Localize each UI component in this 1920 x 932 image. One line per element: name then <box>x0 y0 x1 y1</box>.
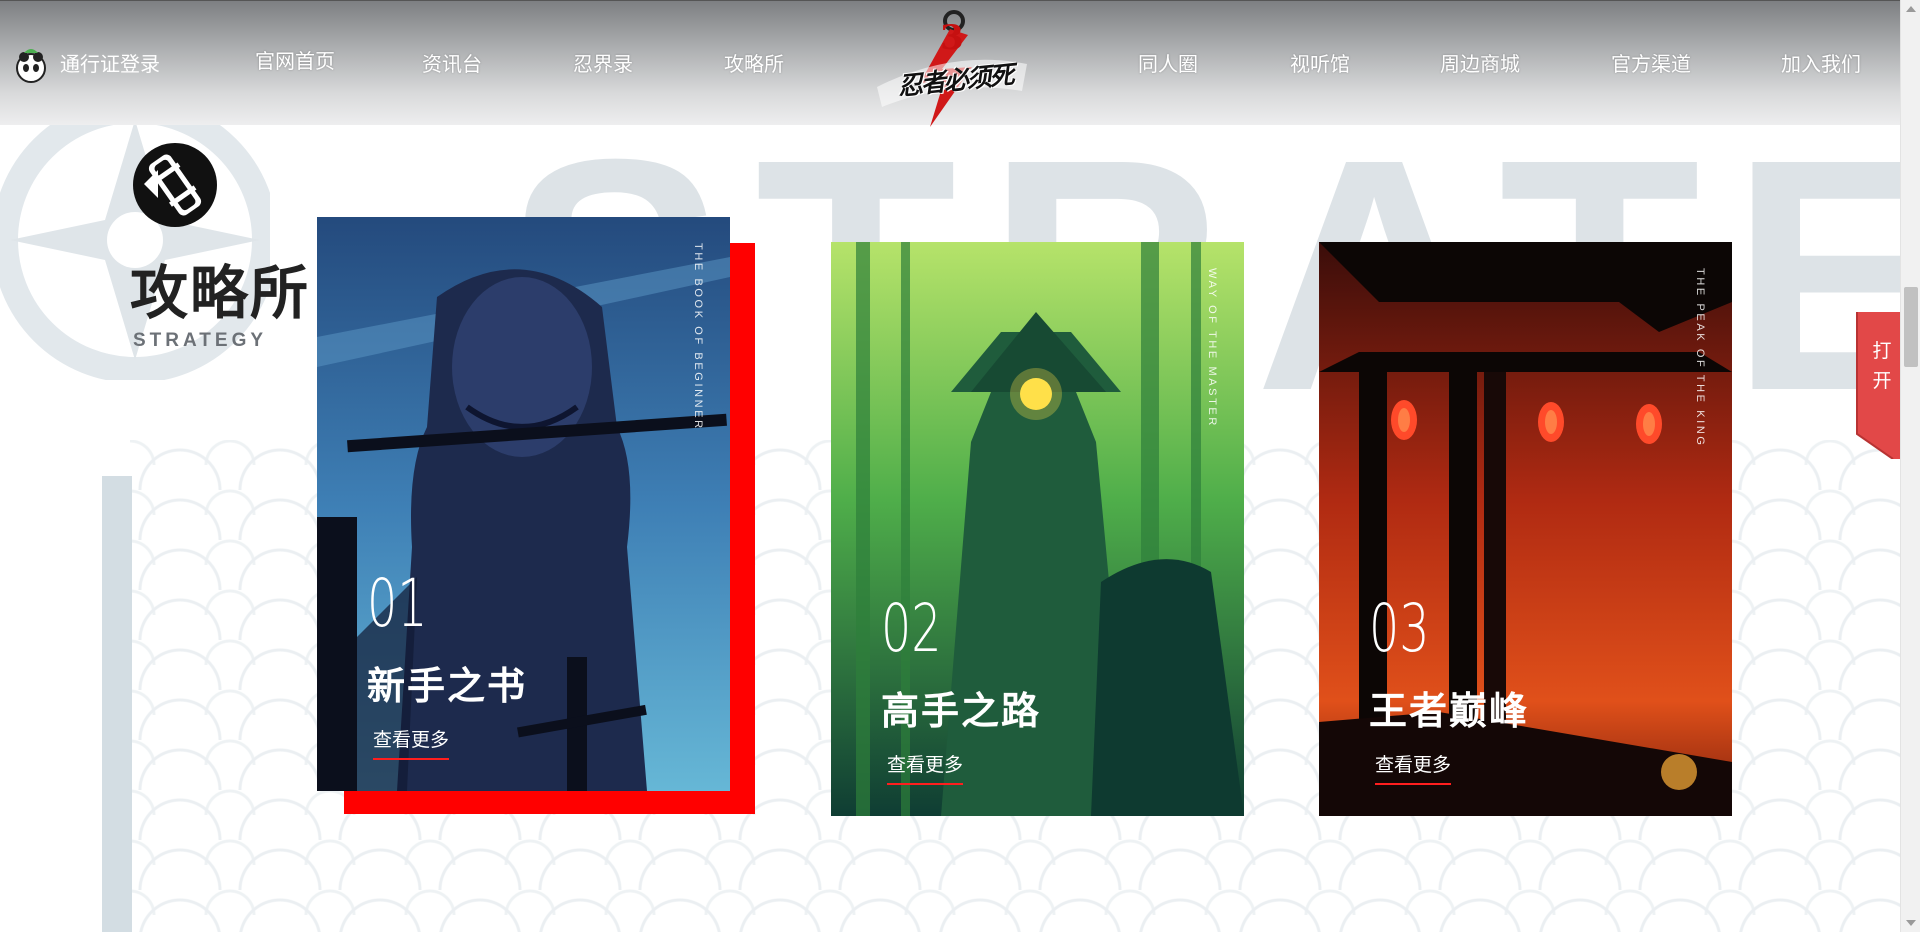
section-title: 攻略所 <box>130 259 311 327</box>
nav-media[interactable]: 视听馆 <box>1290 49 1350 81</box>
card-number: 02 <box>881 590 942 667</box>
top-navigation-bar: 通行证登录 官网首页 资讯台 忍界录 攻略所 3 忍者必须死 同人圈 视听馆 周… <box>0 0 1900 127</box>
page-scrollbar[interactable] <box>1900 0 1920 932</box>
card-title: 新手之书 <box>367 664 528 708</box>
login-button[interactable]: 通行证登录 <box>14 47 160 83</box>
nav-news[interactable]: 资讯台 <box>422 49 482 81</box>
logo-number: 3 <box>940 18 964 58</box>
nav-home[interactable]: 官网首页 <box>255 46 335 78</box>
nav-ninja-records[interactable]: 忍界录 <box>573 49 633 81</box>
game-logo[interactable]: 3 忍者必须死 <box>872 9 1032 127</box>
scroll-up-arrow-icon[interactable] <box>1906 6 1916 12</box>
card-title: 王者巅峰 <box>1369 689 1530 733</box>
login-label: 通行证登录 <box>60 54 160 76</box>
card-title: 高手之路 <box>881 689 1042 733</box>
nav-strategy[interactable]: 攻略所 <box>724 49 784 81</box>
nav-official-channels[interactable]: 官方渠道 <box>1611 49 1691 81</box>
card-vertical-caption: THE PEAK OF THE KING <box>1694 268 1706 448</box>
side-open-tab[interactable]: 打开 <box>1855 312 1900 460</box>
view-more-link[interactable]: 查看更多 <box>373 725 450 760</box>
scroll-icon <box>133 143 217 227</box>
strategy-card-beginner[interactable]: THE BOOK OF BEGINNER 01 新手之书 查看更多 <box>317 217 730 791</box>
section-subtitle: STRATEGY <box>133 330 268 351</box>
scrollbar-thumb[interactable] <box>1904 287 1918 367</box>
scroll-down-arrow-icon[interactable] <box>1906 920 1916 926</box>
card-vertical-caption: WAY OF THE MASTER <box>1206 268 1218 428</box>
panda-avatar-icon <box>16 49 46 83</box>
strategy-card-king[interactable]: THE PEAK OF THE KING 03 王者巅峰 查看更多 <box>1319 242 1732 816</box>
side-tab-label: 打开 <box>1872 340 1892 392</box>
card-vertical-caption: THE BOOK OF BEGINNER <box>692 243 704 431</box>
nav-join-us[interactable]: 加入我们 <box>1781 49 1861 81</box>
card-number: 01 <box>367 565 428 642</box>
view-more-link[interactable]: 查看更多 <box>1375 750 1452 785</box>
left-decor-bar <box>102 476 132 932</box>
view-more-link[interactable]: 查看更多 <box>887 750 964 785</box>
nav-shop[interactable]: 周边商城 <box>1440 49 1520 81</box>
card-number: 03 <box>1369 590 1430 667</box>
strategy-card-master[interactable]: WAY OF THE MASTER 02 高手之路 查看更多 <box>831 242 1244 816</box>
nav-fan-circle[interactable]: 同人圈 <box>1138 49 1198 81</box>
